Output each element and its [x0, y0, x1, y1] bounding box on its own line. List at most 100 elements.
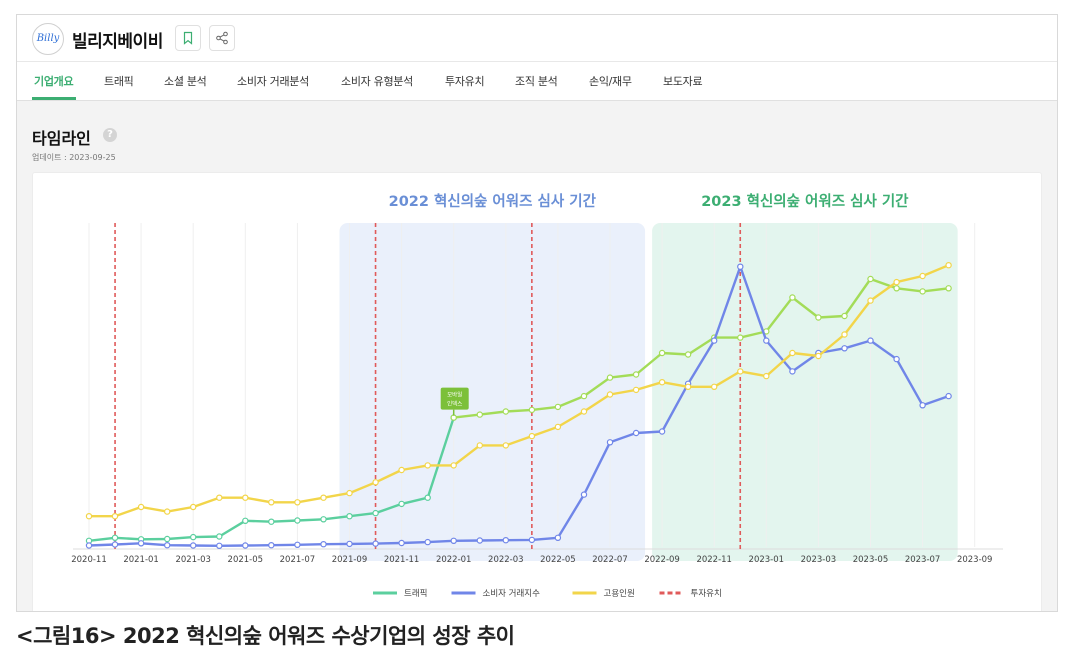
data-point [893, 278, 900, 286]
data-point [711, 383, 718, 390]
data-point [189, 533, 197, 541]
data-point [554, 423, 562, 431]
data-point [450, 462, 457, 469]
tab-traffic[interactable]: 트래픽 [104, 73, 134, 89]
data-point [711, 337, 718, 344]
data-point [737, 334, 744, 341]
tab-investment[interactable]: 투자유치 [445, 73, 485, 89]
x-tick-label: 2021-01 [123, 555, 159, 565]
data-point [320, 516, 327, 523]
data-point [216, 494, 223, 501]
timeline-chart: 2022 혁신의숲 어워즈 심사 기간 2023 혁신의숲 어워즈 심사 기간 20… [71, 192, 1003, 599]
data-point [528, 432, 536, 440]
data-point [450, 537, 457, 544]
data-point [684, 351, 692, 358]
company-logo[interactable]: Billy [32, 23, 64, 55]
bookmark-button[interactable] [175, 25, 201, 51]
x-tick-label: 2023-01 [749, 555, 785, 565]
tab-organization[interactable]: 조직 분석 [515, 73, 558, 89]
data-point [867, 297, 874, 304]
data-point [85, 513, 93, 520]
data-point [398, 539, 405, 547]
data-point [346, 540, 353, 548]
legend-item: 소비자 거래지수 [451, 589, 541, 599]
data-point [189, 542, 197, 549]
data-point [216, 542, 223, 549]
tab-social-analysis[interactable]: 소셜 분석 [164, 73, 207, 89]
data-point [554, 403, 562, 411]
review-period-band [652, 223, 958, 561]
app-frame: Billy 빌리지베이비 기업개요 트래픽 소셜 분석 소비자 거래분석 소비자… [16, 14, 1058, 612]
data-point [242, 517, 249, 524]
legend-label: 소비자 거래지수 [483, 589, 541, 599]
legend-label: 투자유치 [691, 589, 722, 599]
x-tick-label: 2023-05 [853, 555, 889, 565]
timeline-card: 2022 혁신의숲 어워즈 심사 기간 2023 혁신의숲 어워즈 심사 기간 20… [32, 172, 1042, 611]
data-point [294, 499, 301, 506]
data-point [789, 294, 796, 301]
share-icon [216, 31, 228, 45]
x-tick-label: 2022-03 [488, 555, 524, 565]
data-point [216, 533, 223, 540]
data-point [606, 374, 614, 381]
data-point [658, 349, 666, 357]
tab-consumer-transactions[interactable]: 소비자 거래분석 [237, 73, 309, 89]
data-point [893, 355, 900, 363]
active-tab-indicator [32, 97, 76, 100]
data-point [163, 508, 171, 515]
review-period-label: 2023 혁신의숲 어워즈 심사 기간 [701, 192, 909, 210]
data-point [528, 536, 536, 544]
x-tick-label: 2021-05 [228, 555, 264, 565]
data-point [841, 331, 848, 338]
figure-caption: <그림16> 2022 혁신의숲 어워즈 수상기업의 성장 추이 [16, 624, 515, 648]
data-point [476, 442, 483, 449]
data-point [502, 537, 509, 544]
data-point [737, 263, 744, 270]
data-point [476, 411, 483, 418]
data-point [658, 378, 666, 386]
data-point [606, 391, 614, 398]
data-point [398, 466, 405, 474]
x-tick-label: 2022-09 [644, 555, 680, 565]
data-point [841, 345, 848, 352]
data-point [111, 541, 119, 548]
data-point [111, 513, 119, 520]
annotation-text: 모바일 [447, 391, 462, 399]
data-point [919, 288, 926, 295]
data-point [242, 542, 249, 549]
data-point [398, 500, 405, 508]
x-tick-label: 2023-07 [905, 555, 941, 565]
updated-date: 업데이트 : 2023-09-25 [32, 153, 116, 162]
help-icon[interactable]: ? [103, 128, 117, 142]
data-point [580, 392, 588, 400]
data-point [346, 489, 353, 497]
data-point [268, 518, 275, 525]
data-point [163, 542, 171, 549]
x-tick-label: 2022-07 [592, 555, 628, 565]
data-point [111, 534, 119, 541]
x-tick-label: 2021-03 [175, 555, 211, 565]
tab-company-overview[interactable]: 기업개요 [34, 73, 74, 89]
data-point [424, 494, 431, 501]
data-point [320, 494, 327, 501]
share-button[interactable] [209, 25, 235, 51]
data-point [632, 429, 640, 437]
data-point [476, 537, 483, 544]
data-point [789, 349, 796, 357]
data-point [372, 509, 379, 517]
tab-press[interactable]: 보도자료 [663, 73, 703, 89]
data-point [632, 371, 640, 378]
data-point [658, 428, 666, 435]
data-point [919, 402, 926, 409]
tab-bar: 기업개요 트래픽 소셜 분석 소비자 거래분석 소비자 유형분석 투자유치 조직… [17, 62, 1057, 101]
data-point [424, 538, 431, 546]
tab-finance[interactable]: 손익/재무 [589, 73, 632, 89]
tab-consumer-types[interactable]: 소비자 유형분석 [341, 73, 413, 89]
legend-item: 고용인원 [572, 588, 635, 599]
data-point [242, 494, 249, 501]
data-point [815, 314, 822, 321]
legend-label: 고용인원 [604, 588, 635, 599]
data-point [945, 261, 952, 269]
data-point [268, 499, 275, 506]
data-point [763, 337, 770, 344]
